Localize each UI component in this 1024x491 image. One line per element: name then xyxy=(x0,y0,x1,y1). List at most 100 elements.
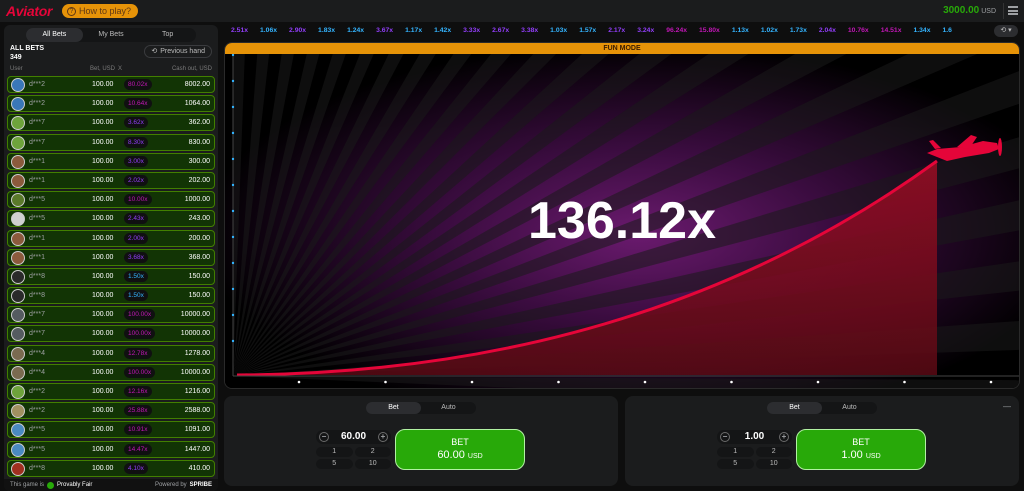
history-multiplier[interactable]: 1.6 xyxy=(937,25,958,37)
avatar xyxy=(11,154,25,169)
bet-row: d***8 100.00 1.50x 150.00 xyxy=(7,287,215,305)
bet-user: d***5 xyxy=(29,196,45,204)
history-multiplier[interactable]: 2.04x xyxy=(813,25,842,37)
avatar xyxy=(11,404,25,419)
avatar xyxy=(11,308,25,323)
previous-hand-button[interactable]: ⟲ Previous hand xyxy=(144,45,212,58)
bet-user: d***5 xyxy=(29,426,45,434)
bet-button[interactable]: BET 60.00 USD xyxy=(395,429,525,470)
bet-row: d***2 100.00 80.02x 8002.00 xyxy=(7,76,215,93)
history-multiplier[interactable]: 2.67x xyxy=(486,25,515,37)
avatar xyxy=(11,173,25,188)
history-multiplier[interactable]: 1.03x xyxy=(544,25,573,37)
all-bets-label: ALL BETS xyxy=(10,45,45,52)
history-toggle-button[interactable]: ⟲ ▾ xyxy=(994,25,1018,37)
bet-panel-1: Bet Auto − 60.00 + 1 2 5 10 BET 60.00 US… xyxy=(224,396,618,486)
cashout-multiplier: 10.00x xyxy=(124,194,152,206)
history-multiplier[interactable]: 15.80x xyxy=(693,25,726,37)
history-multiplier[interactable]: 1.02x xyxy=(755,25,784,37)
quick-amount-2[interactable]: 2 xyxy=(354,447,391,457)
bet-amount-field[interactable]: − 60.00 + xyxy=(316,430,391,444)
quick-amount-10[interactable]: 10 xyxy=(354,459,391,469)
quick-amount-1[interactable]: 1 xyxy=(717,447,754,457)
bet-amount: 100.00 xyxy=(92,157,114,165)
y-axis-dot xyxy=(231,183,235,187)
plus-icon[interactable]: + xyxy=(779,432,789,442)
remove-panel-icon[interactable]: — xyxy=(1003,402,1011,411)
tab-top[interactable]: Top xyxy=(139,28,196,42)
minus-icon[interactable]: − xyxy=(720,432,730,442)
history-multiplier[interactable]: 2.51x xyxy=(225,25,254,37)
history-multiplier[interactable]: 1.17x xyxy=(399,25,428,37)
all-bets-count: 349 xyxy=(10,54,22,61)
quick-amount-5[interactable]: 5 xyxy=(717,459,754,469)
history-multiplier[interactable]: 1.13x xyxy=(726,25,755,37)
tab-my-bets[interactable]: My Bets xyxy=(83,28,140,42)
quick-amount-1[interactable]: 1 xyxy=(316,447,353,457)
provably-fair-link[interactable]: Provably Fair xyxy=(57,482,92,488)
bet-row: d***5 100.00 10.00x 1000.00 xyxy=(7,191,215,209)
history-multiplier[interactable]: 3.38x xyxy=(515,25,544,37)
col-cashout: Cash out, USD xyxy=(171,66,212,72)
cashout-multiplier: 4.10x xyxy=(124,462,148,474)
shield-icon xyxy=(47,481,55,489)
avatar xyxy=(11,365,25,380)
y-axis-dot xyxy=(231,131,235,135)
minus-icon[interactable]: − xyxy=(319,432,329,442)
how-to-play-button[interactable]: ? How to play? xyxy=(62,4,139,18)
divider xyxy=(1003,3,1004,19)
history-multiplier[interactable]: 3.67x xyxy=(370,25,399,37)
bet-user: d***8 xyxy=(29,292,45,300)
cashout-multiplier: 100.00x xyxy=(124,366,156,378)
tab-auto[interactable]: Auto xyxy=(822,402,877,414)
history-multiplier[interactable]: 2.17x xyxy=(602,25,631,37)
bet-user: d***8 xyxy=(29,464,45,472)
y-axis-dot xyxy=(231,287,235,291)
bet-user: d***1 xyxy=(29,253,45,261)
history-multiplier[interactable]: 96.24x xyxy=(660,25,693,37)
tab-all-bets[interactable]: All Bets xyxy=(26,28,83,42)
quick-amount-10[interactable]: 10 xyxy=(755,459,792,469)
bet-button-value: 1.00 xyxy=(841,449,863,461)
history-multiplier[interactable]: 2.90x xyxy=(283,25,312,37)
history-multiplier[interactable]: 1.73x xyxy=(784,25,813,37)
bet-button-label: BET xyxy=(852,437,870,447)
history-multiplier[interactable]: 1.06x xyxy=(254,25,283,37)
quick-amount-5[interactable]: 5 xyxy=(316,459,353,469)
tab-bet[interactable]: Bet xyxy=(767,402,822,414)
history-multiplier[interactable]: 3.24x xyxy=(631,25,660,37)
history-multiplier[interactable]: 1.34x xyxy=(907,25,936,37)
bet-user: d***2 xyxy=(29,100,45,108)
quick-amount-2[interactable]: 2 xyxy=(755,447,792,457)
avatar xyxy=(11,423,25,438)
history-multiplier[interactable]: 14.51x xyxy=(875,25,908,37)
history-multiplier[interactable]: 1.24x xyxy=(341,25,370,37)
cashout-multiplier: 80.02x xyxy=(124,79,152,90)
cashout-amount: 1447.00 xyxy=(184,445,210,453)
bet-row: d***2 100.00 25.88x 2588.00 xyxy=(7,402,215,420)
bet-panel-tabs: Bet Auto xyxy=(366,402,476,414)
menu-icon[interactable] xyxy=(1008,6,1018,15)
history-multiplier[interactable]: 3.33x xyxy=(457,25,486,37)
plus-icon[interactable]: + xyxy=(378,432,388,442)
bet-amount: 100.00 xyxy=(92,388,114,395)
bet-row: d***1 100.00 2.00x 200.00 xyxy=(7,229,215,247)
tab-bet[interactable]: Bet xyxy=(366,402,421,414)
avatar xyxy=(11,269,25,284)
bet-amount-field[interactable]: − 1.00 + xyxy=(717,430,792,444)
bet-amount: 100.00 xyxy=(92,196,114,204)
history-multiplier[interactable]: 10.76x xyxy=(842,25,875,37)
col-user: User xyxy=(10,66,23,72)
history-multiplier[interactable]: 1.57x xyxy=(573,25,602,37)
cashout-multiplier: 10.64x xyxy=(124,98,152,110)
all-bets-header: ALL BETS 349 xyxy=(10,44,44,62)
cashout-multiplier: 3.62x xyxy=(124,117,148,129)
tab-auto[interactable]: Auto xyxy=(421,402,476,414)
bet-amount: 100.00 xyxy=(92,330,114,338)
quick-amounts: 1 2 5 10 xyxy=(717,447,792,469)
x-axis-dot xyxy=(903,380,906,384)
bet-button[interactable]: BET 1.00 USD xyxy=(796,429,926,470)
bet-amount: 100.00 xyxy=(92,119,114,127)
history-multiplier[interactable]: 1.83x xyxy=(312,25,341,37)
history-multiplier[interactable]: 1.42x xyxy=(428,25,457,37)
